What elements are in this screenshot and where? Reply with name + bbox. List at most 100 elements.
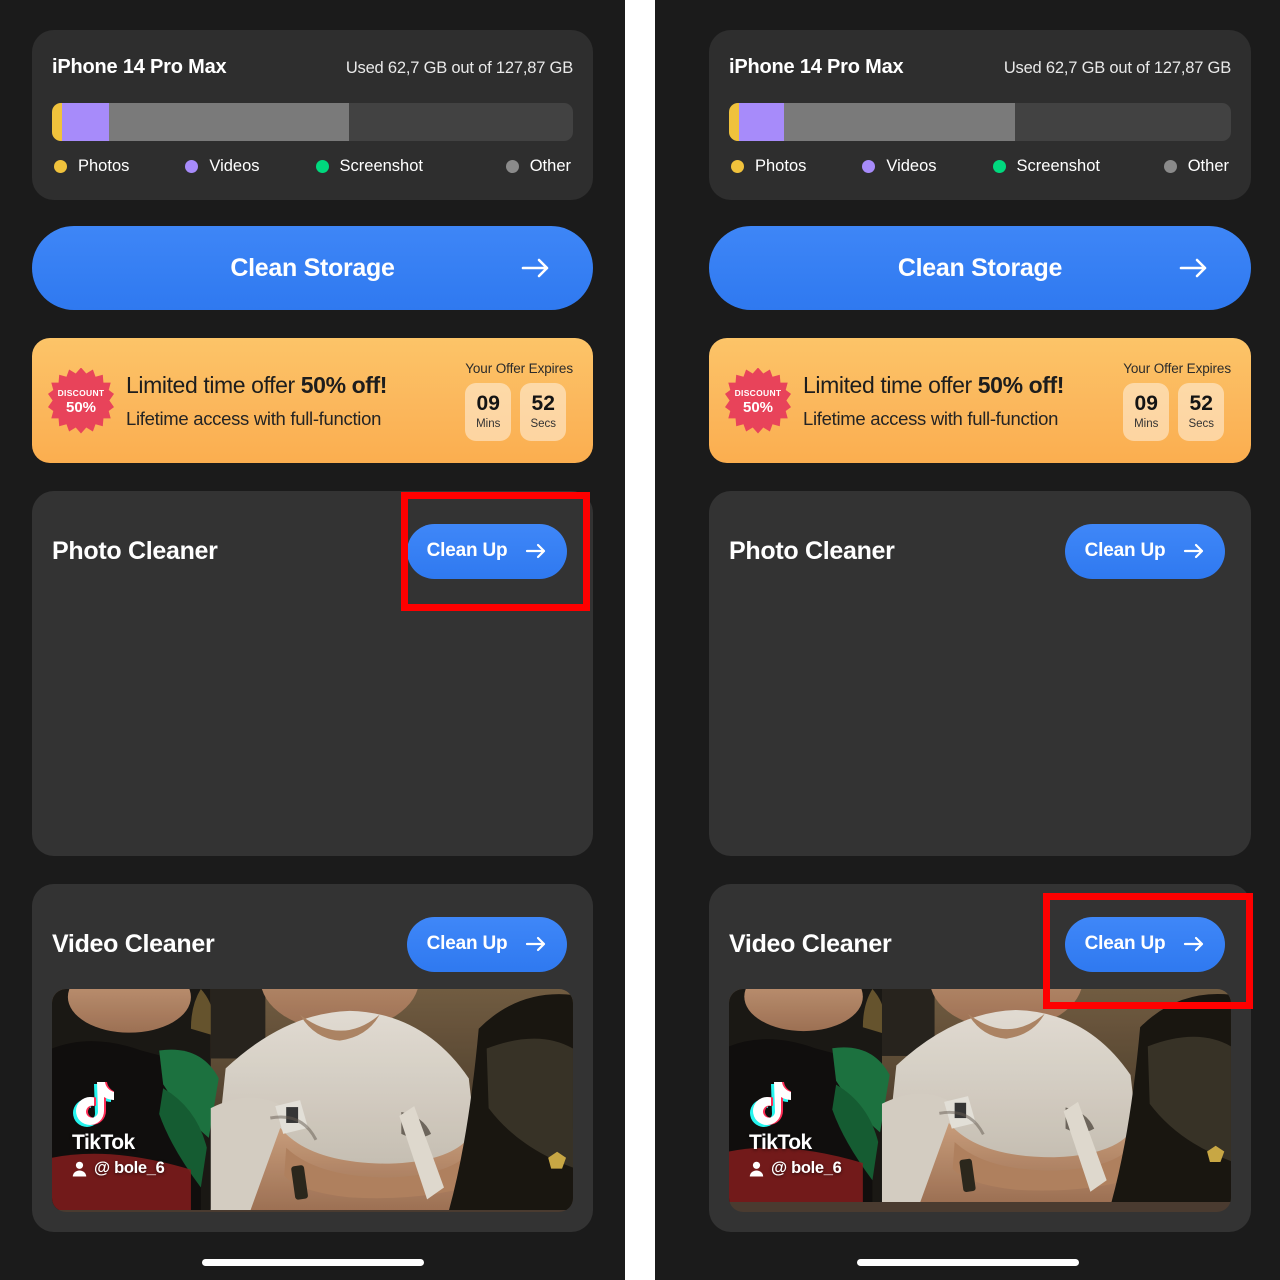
photo-cleaner-cleanup-button[interactable]: Clean Up xyxy=(1065,523,1225,579)
discount-badge-icon: DISCOUNT 50% xyxy=(725,367,791,434)
photo-cleaner-cleanup-button[interactable]: Clean Up xyxy=(407,523,567,579)
offer-subline: Lifetime access with full-function xyxy=(803,407,1059,429)
clean-storage-label: Clean Storage xyxy=(230,253,395,282)
storage-card-header: iPhone 14 Pro Max Used 62,7 GB out of 12… xyxy=(52,56,573,79)
legend-label-photos: Photos xyxy=(78,157,130,175)
photo-cleanup-label: Clean Up xyxy=(1084,540,1166,561)
video-cleaner-cleanup-button[interactable]: Clean Up xyxy=(407,916,567,972)
limited-time-offer-banner[interactable]: DISCOUNT 50% Limited time offer 50% off!… xyxy=(709,338,1251,463)
clean-storage-button[interactable]: Clean Storage xyxy=(32,226,593,310)
photo-cleanup-label: Clean Up xyxy=(426,540,508,561)
video-cleaner-title: Video Cleaner xyxy=(52,929,215,958)
storage-legend: Photos Videos Screenshot Other xyxy=(52,157,573,176)
legend-label-screenshot: Screenshot xyxy=(1016,157,1100,175)
offer-subline: Lifetime access with full-function xyxy=(126,407,382,429)
storage-summary-card: iPhone 14 Pro Max Used 62,7 GB out of 12… xyxy=(709,30,1251,200)
countdown-seconds-value: 52 xyxy=(531,391,555,415)
device-name: iPhone 14 Pro Max xyxy=(52,56,227,78)
legend-dot-other xyxy=(1163,160,1177,173)
legend-dot-other xyxy=(505,160,519,173)
storage-segment-other xyxy=(109,103,349,141)
video-cleaner-cleanup-button[interactable]: Clean Up xyxy=(1065,916,1225,972)
legend-label-photos: Photos xyxy=(755,157,807,175)
video-thumbnail[interactable]: TikTok @ bole_6 xyxy=(52,989,573,1212)
legend-item-photos: Photos xyxy=(731,157,806,176)
offer-expires-caption: Your Offer Expires xyxy=(465,360,573,376)
countdown-seconds-unit: Secs xyxy=(1188,417,1215,430)
tiktok-watermark: TikTok @ bole_6 xyxy=(749,1079,842,1178)
legend-dot-photos xyxy=(731,160,744,173)
arrow-right-icon xyxy=(1183,936,1205,952)
discount-badge-line1: DISCOUNT xyxy=(57,387,105,398)
offer-headline-prefix: Limited time offer xyxy=(803,371,978,398)
phone-screen-left: iPhone 14 Pro Max Used 62,7 GB out of 12… xyxy=(0,0,625,1280)
legend-item-other: Other xyxy=(1163,157,1229,176)
arrow-right-icon xyxy=(1183,543,1205,559)
video-thumbnail[interactable]: TikTok @ bole_6 xyxy=(729,989,1231,1212)
legend-label-other: Other xyxy=(529,157,571,175)
offer-text-block: Limited time offer 50% off! Lifetime acc… xyxy=(803,372,1123,430)
tiktok-watermark: TikTok @ bole_6 xyxy=(72,1079,165,1178)
arrow-right-icon xyxy=(521,257,551,279)
offer-headline-strong: 50% off! xyxy=(300,371,388,398)
offer-headline: Limited time offer 50% off! xyxy=(126,372,465,399)
video-cleanup-label: Clean Up xyxy=(1084,933,1166,954)
phone-screen-right: iPhone 14 Pro Max Used 62,7 GB out of 12… xyxy=(655,0,1280,1280)
legend-label-screenshot: Screenshot xyxy=(339,157,423,175)
person-icon xyxy=(749,1161,764,1176)
legend-item-screenshot: Screenshot xyxy=(992,157,1100,176)
countdown-minutes-value: 09 xyxy=(476,391,500,415)
storage-card-header: iPhone 14 Pro Max Used 62,7 GB out of 12… xyxy=(729,56,1231,79)
tiktok-note-icon xyxy=(73,1082,114,1127)
legend-label-videos: Videos xyxy=(886,157,937,175)
storage-used-text: Used 62,7 GB out of 127,87 GB xyxy=(1003,59,1231,77)
countdown-seconds: 52 Secs xyxy=(520,382,567,441)
photo-cleaner-card: Photo Cleaner Clean Up xyxy=(709,491,1251,856)
legend-dot-screenshot xyxy=(992,160,1006,173)
legend-dot-screenshot xyxy=(315,160,329,173)
screenshot-stage: iPhone 14 Pro Max Used 62,7 GB out of 12… xyxy=(0,0,1280,1280)
offer-headline: Limited time offer 50% off! xyxy=(803,372,1123,399)
legend-item-other: Other xyxy=(505,157,571,176)
countdown-minutes-unit: Mins xyxy=(476,417,501,430)
photo-cleaner-card: Photo Cleaner Clean Up xyxy=(32,491,593,856)
arrow-right-icon xyxy=(525,543,547,559)
video-cleaner-title: Video Cleaner xyxy=(729,929,892,958)
tiktok-wordmark: TikTok xyxy=(749,1131,812,1154)
legend-item-videos: Videos xyxy=(185,157,260,176)
countdown-seconds-unit: Secs xyxy=(530,417,557,430)
person-icon xyxy=(72,1161,87,1176)
storage-segment-videos xyxy=(62,103,110,141)
tiktok-handle: @ bole_6 xyxy=(771,1159,842,1177)
limited-time-offer-banner[interactable]: DISCOUNT 50% Limited time offer 50% off!… xyxy=(32,338,593,463)
storage-bar xyxy=(729,103,1231,141)
storage-segment-photos xyxy=(729,103,740,141)
countdown-seconds-value: 52 xyxy=(1189,391,1213,415)
legend-item-photos: Photos xyxy=(54,157,129,176)
video-cleaner-card: Video Cleaner Clean Up TikTok @ bole_6 xyxy=(709,884,1251,1232)
legend-item-screenshot: Screenshot xyxy=(315,157,423,176)
device-name: iPhone 14 Pro Max xyxy=(729,56,904,78)
storage-segment-videos xyxy=(739,103,785,141)
legend-item-videos: Videos xyxy=(862,157,937,176)
home-indicator xyxy=(201,1259,424,1266)
offer-expires-caption: Your Offer Expires xyxy=(1123,360,1231,376)
storage-segment-other xyxy=(784,103,1016,141)
countdown-minutes: 09 Mins xyxy=(1123,382,1170,441)
legend-dot-photos xyxy=(54,160,67,173)
clean-storage-label: Clean Storage xyxy=(897,253,1063,282)
countdown-seconds: 52 Secs xyxy=(1178,382,1225,441)
offer-text-block: Limited time offer 50% off! Lifetime acc… xyxy=(126,372,465,430)
clean-storage-button[interactable]: Clean Storage xyxy=(709,226,1251,310)
legend-dot-videos xyxy=(185,160,199,173)
tiktok-handle: @ bole_6 xyxy=(94,1159,165,1177)
tiktok-note-icon xyxy=(750,1082,791,1127)
photo-cleaner-title: Photo Cleaner xyxy=(729,536,895,565)
countdown-minutes-unit: Mins xyxy=(1134,417,1159,430)
discount-badge-line2: 50% xyxy=(65,398,97,416)
storage-legend: Photos Videos Screenshot Other xyxy=(729,157,1231,176)
offer-headline-strong: 50% off! xyxy=(977,371,1065,398)
storage-used-text: Used 62,7 GB out of 127,87 GB xyxy=(345,59,573,77)
storage-summary-card: iPhone 14 Pro Max Used 62,7 GB out of 12… xyxy=(32,30,593,200)
discount-badge-line2: 50% xyxy=(742,398,774,416)
